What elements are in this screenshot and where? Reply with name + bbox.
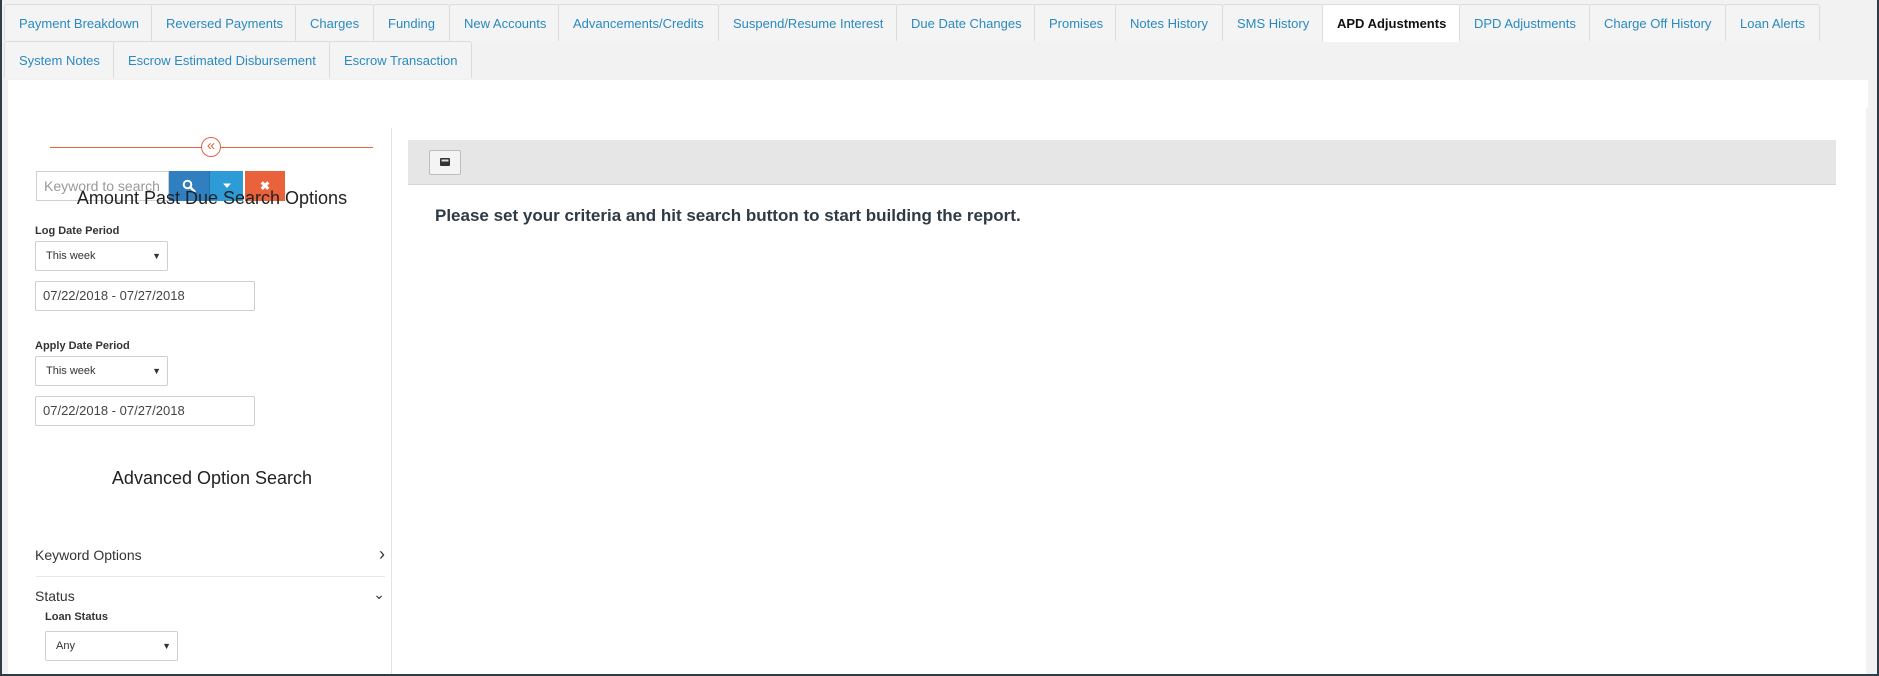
loan-status-select[interactable]: Any ▼ [45, 631, 178, 661]
status-label: Status [35, 588, 75, 604]
report-empty-message: Please set your criteria and hit search … [435, 206, 1021, 225]
log-date-range-input[interactable]: 07/22/2018 - 07/27/2018 [35, 281, 255, 311]
loan-status-value: Any [56, 640, 75, 652]
tab-bar: Payment Breakdown Reversed Payments Char… [2, 4, 1875, 80]
tab-promises[interactable]: Promises [1034, 4, 1119, 41]
advanced-search-heading: Advanced Option Search [111, 468, 313, 488]
tab-apd-adjustments[interactable]: APD Adjustments [1322, 4, 1462, 42]
chevron-down-icon: ⌄ [373, 586, 385, 602]
apply-date-period-select[interactable]: This week ▼ [35, 356, 168, 386]
tab-funding[interactable]: Funding [373, 4, 450, 41]
divider [36, 576, 385, 577]
collapse-panel-button[interactable]: « [201, 137, 221, 157]
tab-dpd-adjustments[interactable]: DPD Adjustments [1459, 4, 1591, 41]
apply-date-period-label: Apply Date Period [35, 340, 130, 352]
search-options-heading: Amount Past Due Search Options [76, 188, 348, 208]
tab-escrow-estimated-disbursement[interactable]: Escrow Estimated Disbursement [113, 41, 331, 78]
loan-status-label: Loan Status [45, 611, 108, 623]
content-edge [1866, 108, 1876, 674]
tab-system-notes[interactable]: System Notes [4, 41, 115, 78]
tab-loan-alerts[interactable]: Loan Alerts [1725, 4, 1821, 41]
log-date-period-select[interactable]: This week ▼ [35, 241, 168, 271]
apply-date-period-value: This week [46, 365, 96, 377]
tab-reversed-payments[interactable]: Reversed Payments [151, 4, 299, 41]
tab-charges[interactable]: Charges [295, 4, 375, 41]
tab-escrow-transaction[interactable]: Escrow Transaction [329, 41, 473, 78]
report-toolbar [408, 140, 1836, 185]
tab-advancements-credits[interactable]: Advancements/Credits [558, 4, 719, 41]
log-date-period-value: This week [46, 250, 96, 262]
tab-suspend-resume-interest[interactable]: Suspend/Resume Interest [718, 4, 899, 41]
search-options-panel: « ✖ Amount Past Due Search Options Log D… [12, 128, 392, 674]
log-date-period-label: Log Date Period [35, 225, 120, 237]
tab-new-accounts[interactable]: New Accounts [449, 4, 562, 41]
caret-down-icon: ▼ [152, 251, 161, 261]
keyword-options-label: Keyword Options [35, 547, 142, 563]
chevron-right-icon: › [379, 544, 385, 564]
tab-due-date-changes[interactable]: Due Date Changes [896, 4, 1037, 41]
status-toggle[interactable]: Status ⌄ [35, 586, 385, 604]
keyword-options-toggle[interactable]: Keyword Options › [35, 544, 385, 564]
report-book-button[interactable] [429, 150, 461, 175]
book-icon [440, 158, 450, 166]
tab-charge-off-history[interactable]: Charge Off History [1589, 4, 1727, 41]
caret-down-icon: ▼ [152, 366, 161, 376]
tab-payment-breakdown[interactable]: Payment Breakdown [4, 4, 154, 41]
tab-notes-history[interactable]: Notes History [1115, 4, 1224, 41]
tab-sms-history[interactable]: SMS History [1222, 4, 1325, 41]
double-chevron-left-icon: « [206, 137, 216, 154]
caret-down-icon: ▼ [162, 641, 171, 651]
apply-date-range-input[interactable]: 07/22/2018 - 07/27/2018 [35, 396, 255, 426]
content-edge [2, 80, 8, 674]
